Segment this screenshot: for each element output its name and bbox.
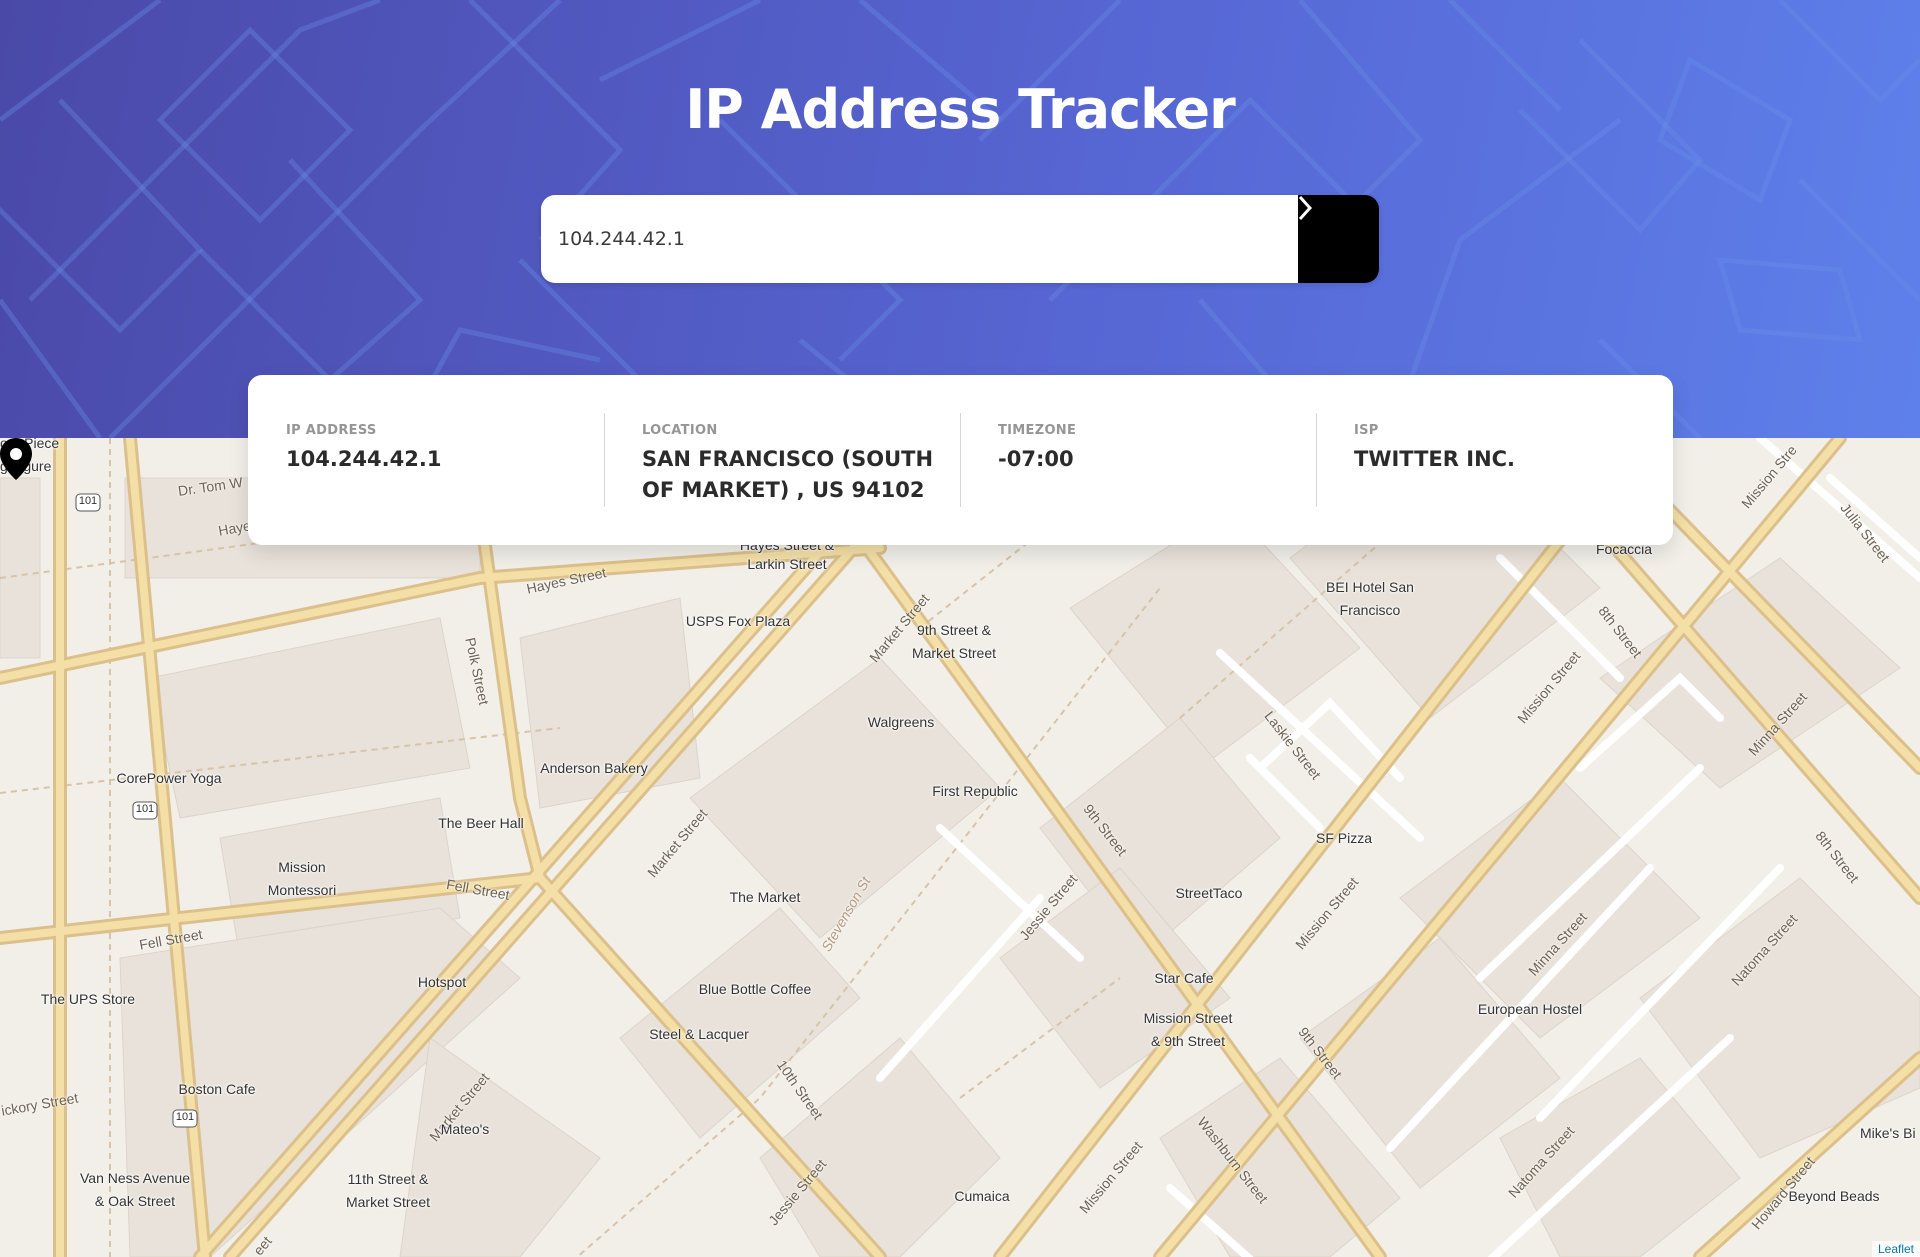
- poi-label: The Beer Hall: [438, 815, 524, 831]
- poi-label: Beyond Beads: [1788, 1188, 1880, 1204]
- map-view[interactable]: 101 101 101 Dr. Tom W Hayes Street Hayes…: [0, 438, 1920, 1257]
- ip-info-card: IP ADDRESS 104.244.42.1 LOCATION SAN FRA…: [248, 375, 1673, 545]
- ip-search-form: [541, 195, 1379, 283]
- info-label: TIMEZONE: [998, 423, 1077, 438]
- poi-label: Boston Cafe: [178, 1081, 256, 1097]
- poi-label: 9th Street &: [917, 622, 991, 638]
- poi-label: Star Cafe: [1154, 970, 1214, 986]
- info-label: IP ADDRESS: [286, 423, 377, 438]
- info-location: LOCATION SAN FRANCISCO (SOUTH OF MARKET)…: [642, 413, 942, 507]
- poi-label: The UPS Store: [40, 991, 136, 1007]
- poi-label: First Republic: [932, 783, 1018, 799]
- poi-label: Van Ness Avenue: [79, 1170, 191, 1186]
- poi-label: Mike's Bi: [1860, 1125, 1916, 1141]
- poi-label: Blue Bottle Coffee: [698, 981, 812, 997]
- info-value: SAN FRANCISCO (SOUTH OF MARKET) , US 941…: [642, 447, 934, 502]
- info-isp: ISP TWITTER INC.: [1354, 413, 1654, 507]
- poi-label: Steel & Lacquer: [649, 1026, 749, 1042]
- poi-label: & Oak Street: [94, 1193, 176, 1209]
- poi-label: Montessori: [267, 882, 337, 898]
- divider: [1316, 413, 1317, 507]
- poi-label: 11th Street &: [347, 1171, 429, 1187]
- info-label: ISP: [1354, 423, 1379, 438]
- poi-label: Cumaica: [954, 1188, 1010, 1204]
- ip-search-input[interactable]: [541, 195, 1298, 283]
- poi-label: Anderson Bakery: [540, 760, 648, 776]
- poi-label: CorePower Yoga: [116, 770, 222, 786]
- poi-label: European Hostel: [1477, 1001, 1583, 1017]
- poi-label: USPS Fox Plaza: [685, 613, 791, 629]
- poi-label: StreetTaco: [1175, 885, 1243, 901]
- poi-label: Walgreens: [867, 714, 935, 730]
- highway-shield: 101: [175, 1111, 195, 1123]
- divider: [960, 413, 961, 507]
- poi-label: Francisco: [1339, 602, 1401, 618]
- poi-label: Larkin Street: [747, 556, 827, 572]
- poi-label: Hotspot: [417, 974, 467, 990]
- info-label: LOCATION: [642, 423, 718, 438]
- poi-label: Mission Street: [1143, 1010, 1233, 1026]
- poi-label: The Market: [729, 889, 801, 905]
- poi-label: Mateo's: [440, 1121, 490, 1137]
- info-value: TWITTER INC.: [1354, 447, 1516, 471]
- info-value: -07:00: [998, 447, 1074, 471]
- info-ip-address: IP ADDRESS 104.244.42.1: [286, 413, 586, 507]
- highway-shield: 101: [135, 803, 155, 815]
- poi-label: & 9th Street: [1151, 1033, 1225, 1049]
- divider: [604, 413, 605, 507]
- poi-label: Mission: [278, 859, 326, 875]
- highway-shield: 101: [78, 495, 98, 507]
- info-timezone: TIMEZONE -07:00: [998, 413, 1298, 507]
- poi-label: SF Pizza: [1315, 830, 1373, 846]
- poi-label: BEI Hotel San: [1326, 579, 1414, 595]
- header-banner: IP Address Tracker: [0, 0, 1920, 438]
- info-value: 104.244.42.1: [286, 447, 442, 471]
- poi-label: Market Street: [911, 645, 997, 661]
- chevron-right-icon: [1298, 195, 1312, 221]
- map-pin-icon[interactable]: [0, 438, 32, 480]
- map-attribution-link[interactable]: Leaflet: [1871, 1241, 1920, 1257]
- page-title: IP Address Tracker: [685, 78, 1236, 141]
- poi-label: Market Street: [345, 1194, 431, 1210]
- search-submit-button[interactable]: [1298, 195, 1379, 283]
